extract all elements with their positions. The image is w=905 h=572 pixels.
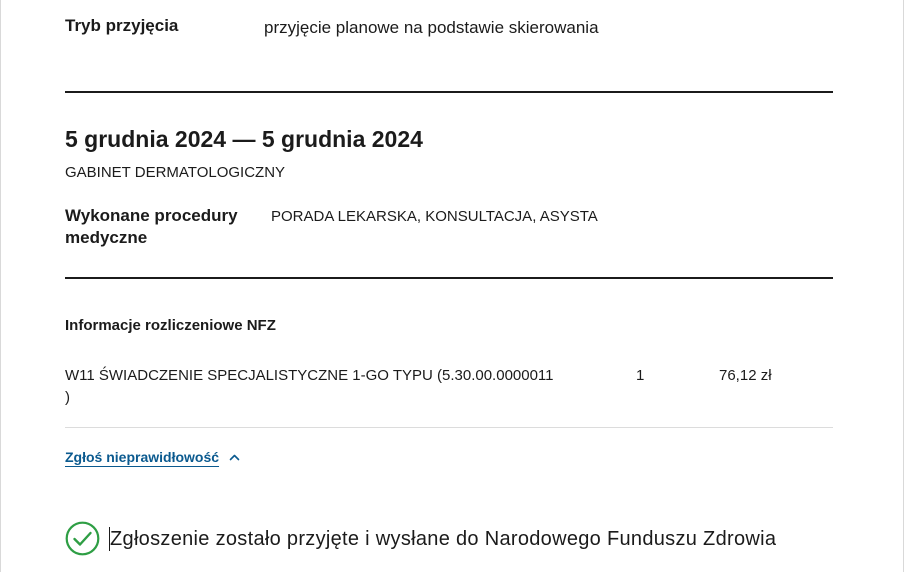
settlement-description: W11 ŚWIADCZENIE SPECJALISTYCZNE 1-GO TYP… (65, 365, 585, 409)
panel-right-border (903, 0, 904, 572)
procedures-label: Wykonane procedury medyczne (65, 205, 265, 249)
panel-left-border (0, 0, 1, 572)
section-divider (65, 277, 833, 279)
procedures-label-line2: medyczne (65, 228, 148, 247)
row-divider (65, 427, 833, 428)
check-circle-icon (65, 521, 100, 561)
procedures-value: PORADA LEKARSKA, KONSULTACJA, ASYSTA (271, 208, 598, 225)
section-divider (65, 91, 833, 93)
chevron-up-icon[interactable] (229, 453, 240, 461)
admission-mode-label: Tryb przyjęcia (65, 16, 179, 35)
visit-unit: GABINET DERMATOLOGICZNY (65, 164, 286, 181)
admission-mode-value: przyjęcie planowe na podstawie skierowan… (264, 18, 599, 37)
settlement-description-line2: ) (65, 389, 70, 406)
report-irregularity-toggle[interactable]: Zgłoś nieprawidłowość (65, 447, 240, 467)
confirmation-message: Zgłoszenie zostało przyjęte i wysłane do… (110, 528, 777, 550)
visit-date-range: 5 grudnia 2024 — 5 grudnia 2024 (65, 126, 423, 152)
settlement-quantity: 1 (636, 367, 645, 384)
procedures-label-line1: Wykonane procedury (65, 206, 238, 225)
settlement-description-line1: W11 ŚWIADCZENIE SPECJALISTYCZNE 1-GO TYP… (65, 367, 554, 384)
settlement-title: Informacje rozliczeniowe NFZ (65, 317, 276, 334)
settlement-amount: 76,12 zł (719, 367, 772, 384)
report-irregularity-link[interactable]: Zgłoś nieprawidłowość (65, 447, 219, 467)
